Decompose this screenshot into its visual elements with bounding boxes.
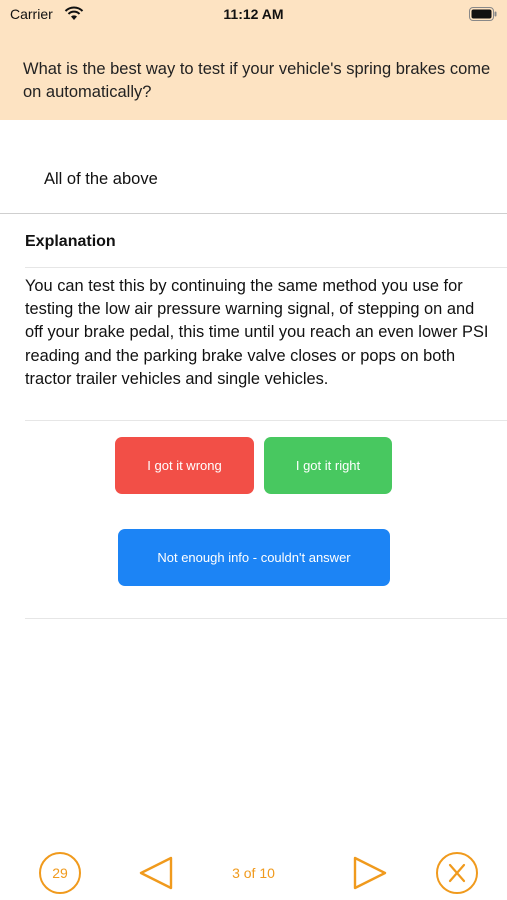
close-x-icon [448, 863, 466, 883]
not-enough-info-button[interactable]: Not enough info - couldn't answer [118, 529, 390, 586]
status-time: 11:12 AM [223, 6, 284, 22]
question-text: What is the best way to test if your veh… [23, 60, 491, 101]
question-header: What is the best way to test if your veh… [0, 28, 507, 120]
got-it-right-button[interactable]: I got it right [264, 437, 392, 494]
explanation-title: Explanation [25, 233, 116, 250]
divider [25, 618, 507, 619]
answer-text: All of the above [44, 170, 158, 188]
explanation-body: You can test this by continuing the same… [25, 277, 489, 388]
status-bar: Carrier 11:12 AM [0, 0, 507, 28]
close-button[interactable] [436, 852, 478, 894]
page-indicator: 3 of 10 [232, 865, 275, 881]
got-it-wrong-button[interactable]: I got it wrong [115, 437, 254, 494]
battery-icon [469, 7, 497, 21]
divider [25, 420, 507, 421]
divider [25, 267, 507, 268]
next-triangle-icon[interactable] [352, 855, 388, 891]
answer-row: All of the above [0, 121, 507, 214]
